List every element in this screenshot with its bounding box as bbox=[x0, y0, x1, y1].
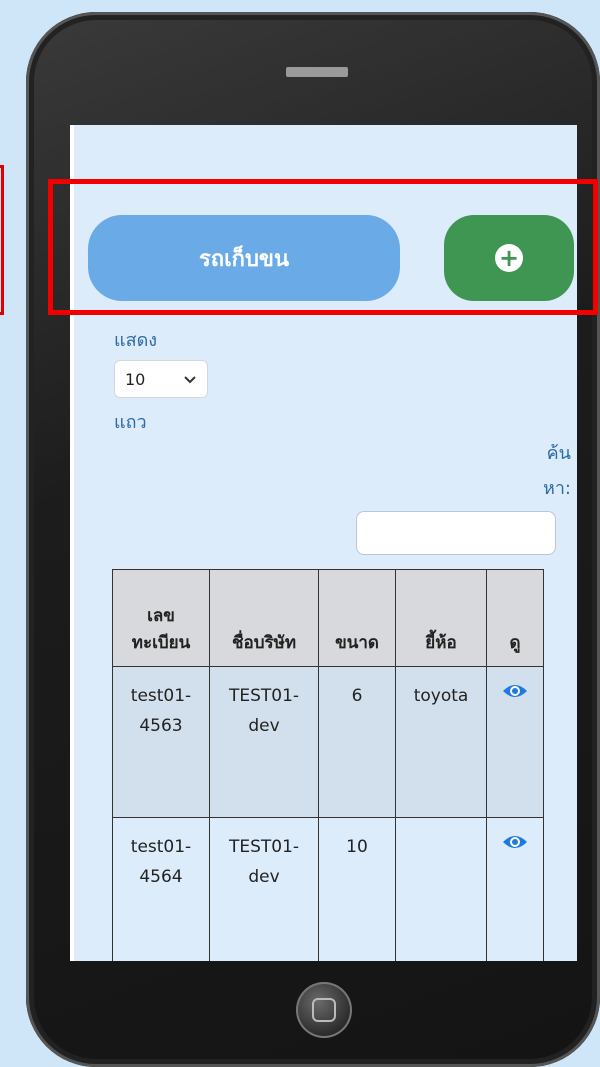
plate-text: test01-4563 bbox=[130, 686, 192, 736]
col-header-view[interactable]: ดู bbox=[486, 569, 544, 667]
home-square-icon bbox=[312, 998, 336, 1022]
col-header-brand-label: ยี้ห้อ bbox=[425, 633, 457, 653]
phone-frame: รถเก็บขน + แสดง 10 แถว ค้น หา: เลข ทะเบี… bbox=[26, 12, 600, 1067]
partial-highlight-mark bbox=[0, 165, 4, 315]
col-header-brand[interactable]: ยี้ห้อ bbox=[395, 569, 487, 667]
show-label: แสดง bbox=[114, 330, 158, 351]
rows-label: แถว bbox=[114, 412, 147, 433]
table-row: test01-4564 TEST01-dev 10 bbox=[112, 817, 544, 961]
cell-plate: test01-4563 bbox=[112, 666, 210, 818]
cell-size: 10 bbox=[318, 817, 396, 961]
company-text: TEST01-dev bbox=[228, 837, 300, 887]
search-label-line1: ค้น bbox=[546, 443, 571, 464]
col-header-company-label: ชื่อบริษัท bbox=[231, 633, 297, 653]
cell-view bbox=[486, 817, 544, 961]
col-header-view-label: ดู bbox=[509, 633, 521, 653]
col-header-size-label: ขนาด bbox=[335, 633, 379, 653]
col-header-size[interactable]: ขนาด bbox=[318, 569, 396, 667]
rows-per-page-select[interactable]: 10 bbox=[114, 360, 208, 398]
chevron-down-icon bbox=[183, 370, 197, 389]
search-input[interactable] bbox=[356, 511, 556, 555]
search-label-line2: หา: bbox=[542, 478, 571, 499]
cell-brand bbox=[395, 817, 487, 961]
size-text: 10 bbox=[346, 837, 368, 857]
col-header-plate[interactable]: เลข ทะเบียน bbox=[112, 569, 210, 667]
col-header-company[interactable]: ชื่อบริษัท bbox=[209, 569, 319, 667]
rows-per-page-value: 10 bbox=[125, 369, 146, 389]
home-button[interactable] bbox=[296, 982, 352, 1038]
plate-text: test01-4564 bbox=[130, 837, 192, 887]
vehicle-table: เลข ทะเบียน ชื่อบริษัท ขนาด ยี้ห้อ ดู te… bbox=[112, 569, 544, 961]
col-header-plate-label: เลข ทะเบียน bbox=[131, 606, 191, 653]
eye-icon[interactable] bbox=[501, 681, 529, 711]
phone-speaker bbox=[286, 67, 348, 77]
cell-company: TEST01-dev bbox=[209, 666, 319, 818]
size-text: 6 bbox=[351, 686, 363, 706]
cell-size: 6 bbox=[318, 666, 396, 818]
cell-plate: test01-4564 bbox=[112, 817, 210, 961]
cell-company: TEST01-dev bbox=[209, 817, 319, 961]
table-row: test01-4563 TEST01-dev 6 toyota bbox=[112, 666, 544, 818]
highlight-box bbox=[48, 179, 598, 315]
eye-icon[interactable] bbox=[501, 832, 529, 862]
brand-text: toyota bbox=[413, 686, 469, 706]
cell-brand: toyota bbox=[395, 666, 487, 818]
cell-view bbox=[486, 666, 544, 818]
company-text: TEST01-dev bbox=[228, 686, 300, 736]
